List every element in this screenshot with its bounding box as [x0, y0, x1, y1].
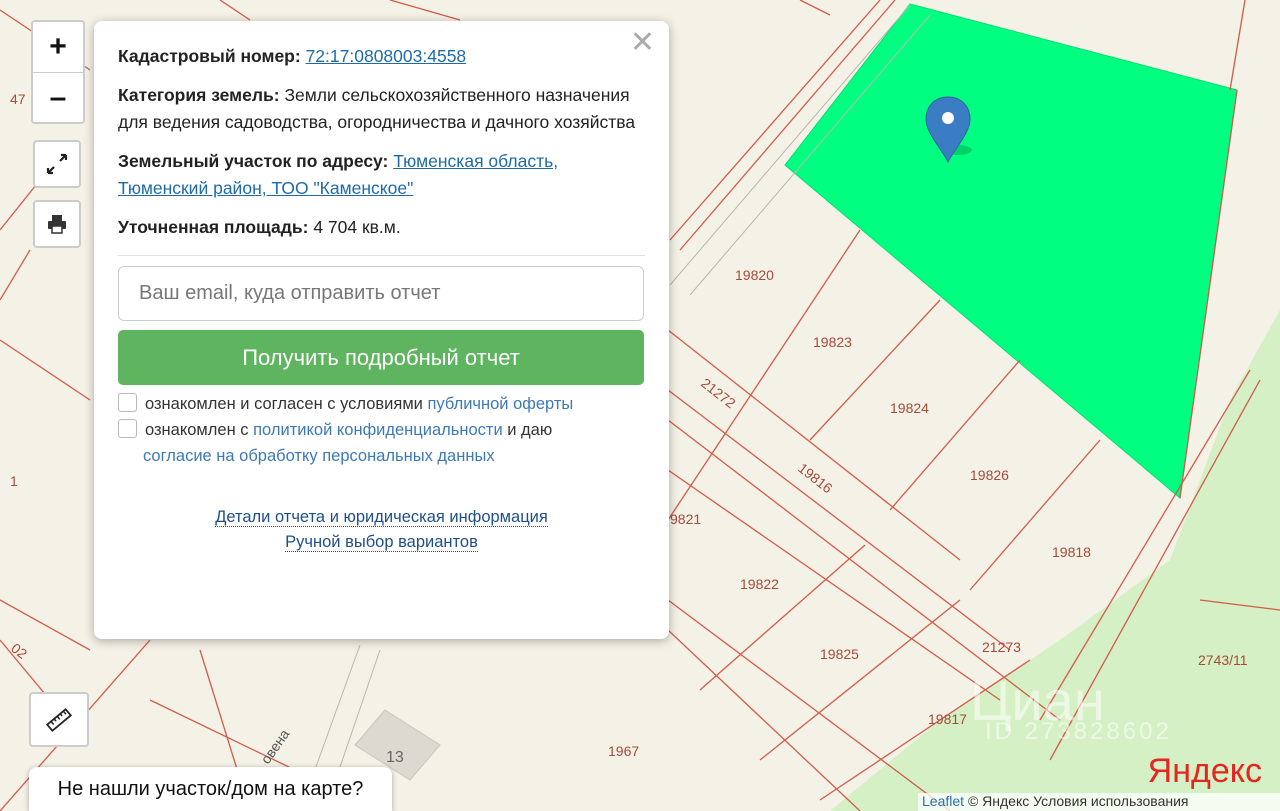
area-value: 4 704 кв.м.	[313, 217, 401, 237]
edge-label-1: 1	[10, 473, 18, 489]
consent-privacy-checkbox[interactable]	[118, 419, 137, 438]
area-label: Уточненная площадь:	[118, 217, 309, 237]
zoom-out-button[interactable]: –	[33, 72, 83, 122]
map-attribution: Leaflet © Яндекс Условия использования	[918, 793, 1280, 811]
close-icon[interactable]: ✕	[630, 27, 655, 59]
printer-icon	[48, 215, 66, 234]
divider	[118, 255, 645, 256]
parcel-label-19818: 19818	[1052, 544, 1091, 560]
watermark-id: ID 273828602	[985, 718, 1172, 745]
area-row: Уточненная площадь: 4 704 кв.м.	[118, 214, 645, 241]
consent-offer-checkbox[interactable]	[118, 393, 137, 412]
ruler-icon	[45, 707, 73, 732]
zoom-control: + –	[31, 20, 85, 124]
building-number: 13	[386, 749, 404, 766]
consent-privacy: ознакомлен с политикой конфиденциальност…	[118, 417, 645, 469]
parcel-label-19825: 19825	[820, 646, 859, 662]
get-report-button[interactable]: Получить подробный отчет	[118, 330, 644, 385]
parcel-info-popup: ✕ Кадастровый номер: 72:17:0808003:4558 …	[94, 21, 669, 639]
fullscreen-button[interactable]	[33, 140, 81, 188]
popup-footer: Детали отчета и юридическая информация Р…	[118, 505, 645, 555]
parcel-label-1967: 1967	[608, 743, 639, 759]
permitted-use: для ведения садоводства, огородничества …	[118, 112, 636, 132]
consent-privacy-text-b: и даю	[507, 421, 553, 439]
parcel-label-19820: 19820	[735, 267, 774, 283]
leaflet-link[interactable]: Leaflet	[922, 793, 964, 809]
parcel-label-19817: 19817	[928, 711, 967, 727]
category-label: Категория земель:	[118, 85, 280, 105]
address-label: Земельный участок по адресу:	[118, 151, 389, 171]
manual-selection-link[interactable]: Ручной выбор вариантов	[285, 533, 478, 552]
print-button[interactable]	[33, 200, 81, 248]
parcel-label-2743-11: 2743/11	[1198, 652, 1248, 668]
address-row: Земельный участок по адресу: Тюменская о…	[118, 148, 645, 202]
consent-offer-text: ознакомлен и согласен с условиями	[145, 395, 423, 413]
not-found-button[interactable]: Не нашли участок/дом на карте?	[29, 767, 392, 811]
parcel-label-9821: 9821	[670, 511, 701, 527]
report-details-link[interactable]: Детали отчета и юридическая информация	[215, 508, 548, 527]
parcel-label-19822: 19822	[740, 576, 779, 592]
category-value: Земли сельскохозяйственного назначения	[284, 85, 630, 105]
cadastral-number-link[interactable]: 72:17:0808003:4558	[306, 46, 467, 66]
yandex-logo: Яндекс	[1147, 752, 1262, 790]
consent-offer: ознакомлен и согласен с условиями публич…	[118, 391, 645, 417]
attribution-text: © Яндекс Условия использования	[967, 793, 1189, 809]
email-input[interactable]	[118, 266, 644, 321]
edge-label-47: 47	[10, 91, 26, 107]
consent-privacy-text-a: ознакомлен с	[145, 421, 249, 439]
cadastral-row: Кадастровый номер: 72:17:0808003:4558	[118, 43, 645, 70]
public-offer-link[interactable]: публичной оферты	[427, 395, 573, 413]
fullscreen-icon	[46, 153, 68, 175]
parcel-label-19826: 19826	[970, 467, 1009, 483]
parcel-label-19824: 19824	[890, 400, 929, 416]
zoom-in-button[interactable]: +	[33, 22, 83, 72]
parcel-label-19823: 19823	[813, 334, 852, 350]
ruler-button[interactable]	[29, 692, 89, 747]
privacy-policy-link[interactable]: политикой конфиденциальности	[253, 421, 503, 439]
category-row: Категория земель: Земли сельскохозяйстве…	[118, 82, 645, 136]
parcel-label-21273: 21273	[982, 639, 1021, 655]
cadastral-label: Кадастровый номер:	[118, 46, 301, 66]
personal-data-consent-link[interactable]: согласие на обработку персональных данны…	[143, 447, 495, 465]
